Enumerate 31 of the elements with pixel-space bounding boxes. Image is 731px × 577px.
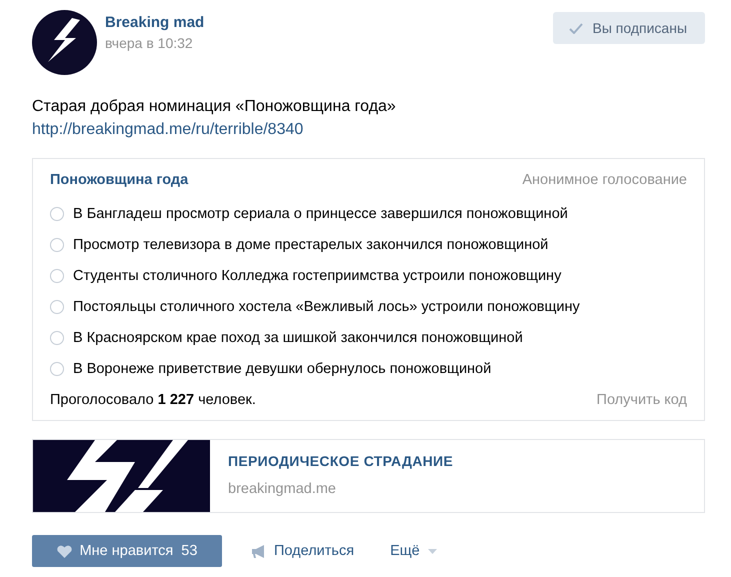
poll-title: Поножовщина года <box>50 172 188 188</box>
author-name[interactable]: Breaking mad <box>105 14 204 31</box>
vote-count: Проголосовало 1 227 человек. <box>50 392 256 408</box>
check-icon <box>568 22 582 34</box>
avatar[interactable] <box>32 10 97 75</box>
like-button[interactable]: Мне нравится 53 <box>32 535 222 567</box>
subscribe-button[interactable]: Вы подписаны <box>552 12 705 44</box>
post-time: вчера в 10:32 <box>105 35 193 51</box>
link-title[interactable]: ПЕРИОДИЧЕСКОЕ СТРАДАНИЕ <box>228 453 454 469</box>
more-button[interactable]: Ещё <box>390 543 437 559</box>
radio-button[interactable] <box>50 268 64 282</box>
poll-option[interactable]: В Воронеже приветствие девушки обернулось поножовщиной <box>73 360 492 376</box>
link-domain: breakingmad.me <box>228 481 336 497</box>
share-button[interactable]: Поделиться <box>252 543 354 559</box>
poll-type: Анонимное голосование <box>522 172 687 188</box>
radio-button[interactable] <box>50 300 64 314</box>
radio-button[interactable] <box>50 206 64 220</box>
poll-option[interactable]: Студенты столичного Колледжа гостеприимства устроили поножовщину <box>73 268 562 284</box>
radio-button[interactable] <box>50 238 64 252</box>
poll-option[interactable]: Постояльцы столичного хостела «Вежливый лось» устроили поножовщину <box>73 298 580 314</box>
megaphone-icon <box>252 544 266 558</box>
poll-option[interactable]: В Бангладеш просмотр сериала о принцессе завершился поножовщиной <box>73 206 568 222</box>
caret-icon <box>428 548 437 554</box>
link-card[interactable]: ПЕРИОДИЧЕСКОЕ СТРАДАНИЕ breakingmad.me <box>32 439 705 513</box>
post-text: Старая добрая номинация «Поножовщина года» <box>32 97 397 117</box>
poll-option[interactable]: Просмотр телевизора в доме престарелых закончился поножовщиной <box>73 236 548 252</box>
heart-icon <box>56 544 72 558</box>
radio-button[interactable] <box>50 330 64 344</box>
radio-button[interactable] <box>50 362 64 376</box>
poll-option[interactable]: В Красноярском крае поход за шишкой закончился поножовщиной <box>73 330 523 346</box>
post-link[interactable]: http://breakingmad.me/ru/terrible/8340 <box>32 118 304 141</box>
